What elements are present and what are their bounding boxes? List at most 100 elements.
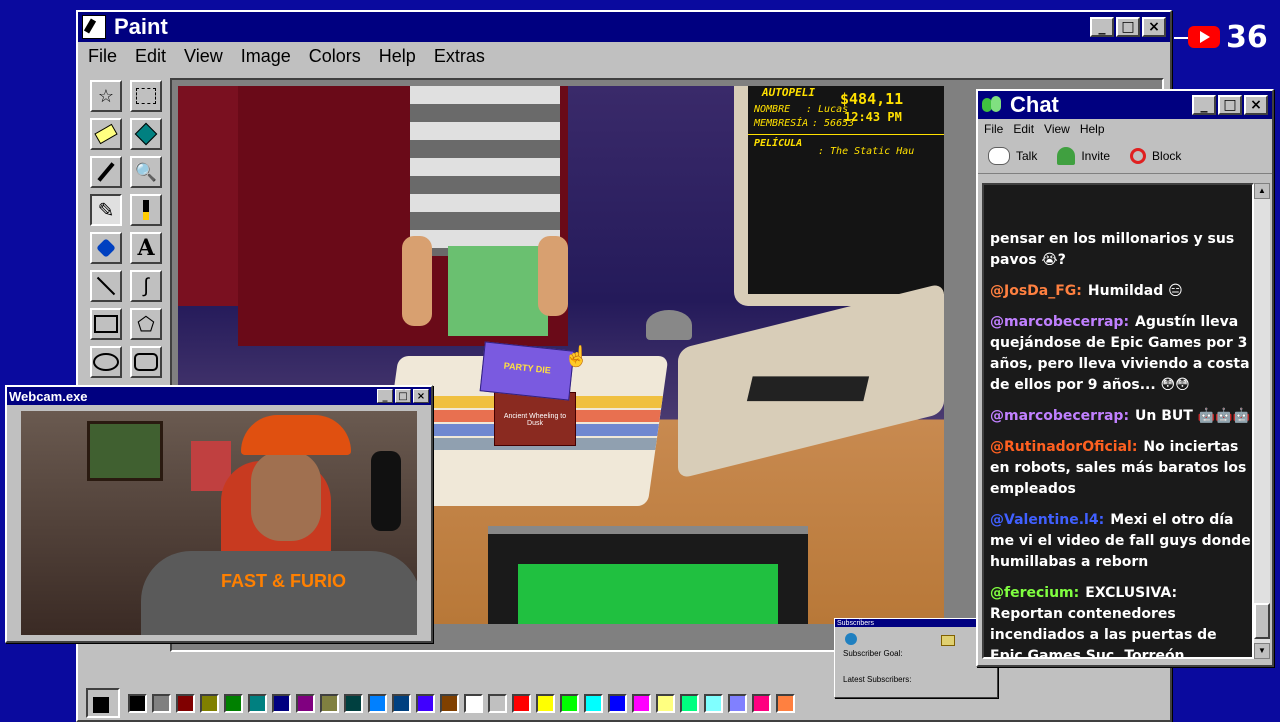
palette-swatch[interactable] — [464, 693, 483, 713]
chat-message: @marcobecerrap: Agustín lleva quejándose … — [990, 312, 1252, 396]
vhs-box-top[interactable]: PARTY DIE — [479, 341, 575, 401]
palette-swatch[interactable] — [536, 693, 555, 713]
magnifier-tool[interactable]: 🔍 — [130, 156, 162, 188]
chat-close-button[interactable]: × — [1244, 95, 1268, 115]
palette-swatch[interactable] — [224, 693, 243, 713]
rounded-rect-tool[interactable] — [130, 346, 162, 378]
chat-menu-edit[interactable]: Edit — [1013, 122, 1034, 136]
chat-log[interactable]: pensar en los millonarios y sus pavos 😭?… — [982, 183, 1254, 659]
chat-title-bar[interactable]: Chat _ □ × — [978, 91, 1272, 119]
shirt-print: FAST & FURIO — [221, 571, 346, 591]
palette-swatch[interactable] — [776, 693, 795, 713]
palette-swatch[interactable] — [752, 693, 771, 713]
brush-tool[interactable] — [130, 194, 162, 226]
color-palette — [86, 688, 795, 718]
rectangle-tool[interactable] — [90, 308, 122, 340]
menu-image[interactable]: Image — [241, 46, 291, 67]
block-button[interactable]: Block — [1130, 148, 1181, 164]
screen-header: AUTOPELI — [762, 86, 815, 99]
palette-swatch[interactable] — [728, 693, 747, 713]
minimize-button[interactable]: _ — [1090, 17, 1114, 37]
talk-button[interactable]: Talk — [988, 147, 1037, 165]
palette-swatch[interactable] — [152, 693, 171, 713]
register-screen: AUTOPELI NOMBRE : Lucas MEMBRESÍA : 5665… — [748, 86, 944, 294]
cash-drawer — [488, 526, 808, 624]
subscribers-title-bar[interactable]: Subscribers — [835, 619, 997, 627]
text-tool[interactable]: A — [130, 232, 162, 264]
current-color[interactable] — [86, 688, 120, 718]
chat-username[interactable]: @marcobecerrap: — [990, 408, 1129, 424]
eraser-tool[interactable] — [90, 118, 122, 150]
chat-username[interactable]: @Valentine.l4: — [990, 512, 1104, 528]
close-button[interactable]: × — [1142, 17, 1166, 37]
webcam-maximize-button[interactable]: □ — [395, 389, 411, 403]
menu-view[interactable]: View — [184, 46, 223, 67]
paint-title-bar[interactable]: Paint _ □ × — [78, 12, 1170, 42]
maximize-icon: □ — [398, 390, 408, 402]
free-select-tool[interactable]: ☆ — [90, 80, 122, 112]
palette-swatch[interactable] — [656, 693, 675, 713]
palette-swatch[interactable] — [416, 693, 435, 713]
palette-swatch[interactable] — [632, 693, 651, 713]
chat-menu-help[interactable]: Help — [1080, 122, 1105, 136]
scroll-up-button[interactable]: ▲ — [1254, 183, 1270, 199]
scroll-thumb[interactable] — [1254, 603, 1270, 639]
palette-swatch[interactable] — [368, 693, 387, 713]
palette-swatch[interactable] — [272, 693, 291, 713]
menu-edit[interactable]: Edit — [135, 46, 166, 67]
palette-swatch[interactable] — [560, 693, 579, 713]
chat-username[interactable]: @marcobecerrap: — [990, 314, 1129, 330]
menu-colors[interactable]: Colors — [309, 46, 361, 67]
palette-swatch[interactable] — [704, 693, 723, 713]
fill-tool[interactable] — [130, 118, 162, 150]
scroll-down-button[interactable]: ▼ — [1254, 643, 1270, 659]
chat-message: @ferecium: EXCLUSIVA: Reportan contenedor… — [990, 583, 1252, 657]
chat-maximize-button[interactable]: □ — [1218, 95, 1242, 115]
chat-message-text: Humildad 😑 — [1087, 283, 1183, 299]
chat-username[interactable]: @RutinadorOficial: — [990, 439, 1137, 455]
palette-swatch[interactable] — [128, 693, 147, 713]
palette-swatch[interactable] — [680, 693, 699, 713]
palette-swatch[interactable] — [296, 693, 315, 713]
palette-swatch[interactable] — [488, 693, 507, 713]
chat-message-text: pensar en los millonarios y sus pavos 😭? — [990, 231, 1235, 268]
chat-scrollbar[interactable]: ▲ ▼ — [1254, 183, 1270, 659]
webcam-title-bar[interactable]: Webcam.exe _ □ × — [7, 387, 431, 405]
screen-divider — [748, 134, 944, 135]
palette-swatch[interactable] — [608, 693, 627, 713]
register-keyboard — [678, 282, 944, 480]
rect-select-icon — [136, 88, 156, 104]
menu-help[interactable]: Help — [379, 46, 416, 67]
pencil-tool[interactable]: ✎ — [90, 194, 122, 226]
maximize-button[interactable]: □ — [1116, 17, 1140, 37]
chat-menu-file[interactable]: File — [984, 122, 1003, 136]
ellipse-tool[interactable] — [90, 346, 122, 378]
polygon-tool[interactable]: ⬠ — [130, 308, 162, 340]
picker-tool[interactable] — [90, 156, 122, 188]
chat-minimize-button[interactable]: _ — [1192, 95, 1216, 115]
chat-username[interactable]: @JosDa_FG: — [990, 283, 1082, 299]
chat-username[interactable]: @ferecium: — [990, 585, 1079, 601]
palette-swatch[interactable] — [512, 693, 531, 713]
palette-swatch[interactable] — [440, 693, 459, 713]
palette-swatch[interactable] — [248, 693, 267, 713]
invite-button[interactable]: Invite — [1057, 147, 1110, 165]
palette-swatch[interactable] — [176, 693, 195, 713]
palette-swatch[interactable] — [200, 693, 219, 713]
customer-legs — [448, 246, 548, 336]
palette-swatch[interactable] — [320, 693, 339, 713]
palette-swatch[interactable] — [392, 693, 411, 713]
line-tool[interactable] — [90, 270, 122, 302]
webcam-minimize-button[interactable]: _ — [377, 389, 393, 403]
chat-menu-view[interactable]: View — [1044, 122, 1070, 136]
palette-swatch[interactable] — [584, 693, 603, 713]
airbrush-tool[interactable] — [90, 232, 122, 264]
cursor-hand-icon: ☝ — [564, 346, 589, 368]
palette-swatch[interactable] — [344, 693, 363, 713]
menu-extras[interactable]: Extras — [434, 46, 485, 67]
curve-tool[interactable]: ∫ — [130, 270, 162, 302]
menu-file[interactable]: File — [88, 46, 117, 67]
rect-select-tool[interactable] — [130, 80, 162, 112]
webcam-close-button[interactable]: × — [413, 389, 429, 403]
invite-label: Invite — [1081, 149, 1111, 163]
